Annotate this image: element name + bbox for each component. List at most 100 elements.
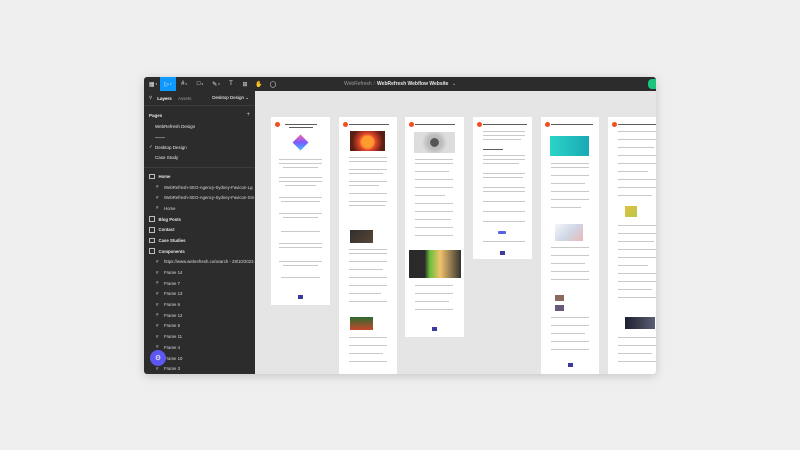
article-image [350,230,373,243]
layer-label: Frame 5 [164,323,180,329]
layer-label: WebRefresh-SEO-Agency-Sydney-Favicon-Lg [164,184,253,190]
layer-child-row[interactable]: # Frame 14 [144,267,255,278]
logo-cube-icon [292,134,309,151]
layer-label: Frame 11 [164,334,183,340]
article-image [350,131,385,151]
hash-icon: # [156,205,159,211]
layer-label: Frame 13 [164,291,183,297]
page-selector[interactable]: Desktop Design ⌄ [212,95,249,101]
layer-frame-row[interactable]: Blog Posts [144,214,255,225]
layer-label: Home [158,173,171,179]
layer-label: Frame 3 [164,366,180,372]
hash-icon: # [156,333,159,339]
page-label: Case Study [155,155,179,161]
layer-label: Frame 12 [164,312,183,318]
layer-child-row[interactable]: # Frame 13 [144,289,255,300]
help-button[interactable]: ⚙ [150,350,166,366]
frame-icon [149,216,155,222]
page-label: WebRefresh Design [155,123,196,129]
hash-icon: # [156,269,159,275]
layer-child-row[interactable]: # Frame 6 [144,299,255,310]
layer-child-row[interactable]: # Frame 5 [144,321,255,332]
frame-icon [149,248,155,254]
layer-frame-row[interactable]: Home [144,171,255,182]
article-image [625,317,655,329]
frame-home[interactable] [271,117,330,305]
design-canvas[interactable] [255,91,656,374]
article-image [555,295,564,301]
tab-layers[interactable]: Layers [157,96,172,101]
figma-window: ▦ ▾ ▷ ▾ # ▾ □ ▾ ✎ ▾ T ⊞ ✋ ◯ WebRefresh / WebRef… [144,77,656,374]
layer-frame-row[interactable]: Case Studies [144,235,255,246]
add-page-button[interactable]: + [246,112,250,118]
layer-label: Blog Posts [158,216,181,222]
frame-components[interactable] [541,117,599,374]
frame-case-studies[interactable] [473,117,532,259]
layer-label: Case Studies [158,237,186,243]
title-separator: / [373,81,376,87]
layer-child-row[interactable]: # WebRefresh-SEO-Agency-Sydney-Favicon-Lg [144,182,255,193]
article-image [555,305,564,311]
layer-child-row[interactable]: # Frame 11 [144,331,255,342]
page-item[interactable]: Case Study [144,153,255,164]
dashboard-image [555,224,583,241]
layer-label: Frame 14 [164,270,183,276]
layer-list: Home # WebRefresh-SEO-Agency-Sydney-Favico… [144,171,255,374]
layer-child-row[interactable]: # https://www.webrefresh.co/search - 28/1… [144,257,255,268]
frame-icon [149,173,155,180]
pages-heading: Pages [149,112,163,118]
frame-blog-posts[interactable] [339,117,397,374]
layer-label: Contact [158,227,175,233]
page-label: Desktop Design [155,144,187,150]
frame-icon [149,237,155,244]
page-divider [144,132,255,143]
search-icon[interactable]: ⚲ [149,95,152,101]
tab-assets[interactable]: Assets [178,96,192,101]
layer-label: Frame 7 [164,280,180,286]
hash-icon: # [156,184,159,190]
layer-label: Frame 10 [164,355,183,361]
layer-child-row[interactable]: # Frame 12 [144,310,255,321]
hash-icon: # [156,290,159,296]
frame-contact[interactable] [405,117,464,337]
layer-label: WebRefresh-SEO-Agency-Sydney-Favicon-Sm [164,195,255,201]
page-item[interactable]: WebRefresh Design [144,121,255,132]
layer-label: https://www.webrefresh.co/search - 28/10… [164,259,255,265]
layer-child-row[interactable]: # WebRefresh-SEO-Agency-Sydney-Favicon-Sm [144,192,255,203]
hash-icon: # [156,312,159,318]
frame-marker-icon [477,122,482,127]
file-name[interactable]: WebRefresh Webflow Website [377,81,448,87]
person-image [409,250,461,278]
page-item-current[interactable]: ✓ Desktop Design [144,142,255,153]
article-image [625,206,637,217]
frame-marker-icon [409,122,414,127]
gear-icon: ⚙ [154,355,162,362]
layer-label: Components [158,248,185,254]
layer-child-row[interactable]: # Frame 7 [144,278,255,289]
chevron-down-icon[interactable]: ⌄ [452,81,456,87]
layer-frame-row[interactable]: Components [144,246,255,257]
frame-case-study[interactable] [608,117,656,374]
promo-banner-image [550,136,589,156]
project-name[interactable]: WebRefresh [344,81,372,87]
hash-icon: # [156,258,159,264]
sidebar-divider [144,167,255,168]
layer-label: Frame 6 [164,302,180,308]
hash-icon: # [156,280,159,286]
layer-child-row[interactable]: # Home [144,203,255,214]
frame-icon [149,227,155,233]
document-title[interactable]: WebRefresh / WebRefresh Webflow Website ⌄ [144,77,656,91]
frame-marker-icon [275,122,280,127]
avatar[interactable] [648,79,656,89]
hash-icon: # [156,194,159,200]
hash-icon: # [156,344,159,350]
frame-marker-icon [545,122,550,127]
hash-icon: # [156,322,159,328]
layer-frame-row[interactable]: Contact [144,224,255,235]
article-image [414,132,455,153]
sidebar-header: ⚲ Layers Assets Desktop Design ⌄ [144,91,255,106]
hash-icon: # [156,365,159,371]
layers-sidebar: ⚲ Layers Assets Desktop Design ⌄ Pages +… [144,91,255,374]
frame-marker-icon [343,122,348,127]
pages-header: Pages + [144,106,255,121]
